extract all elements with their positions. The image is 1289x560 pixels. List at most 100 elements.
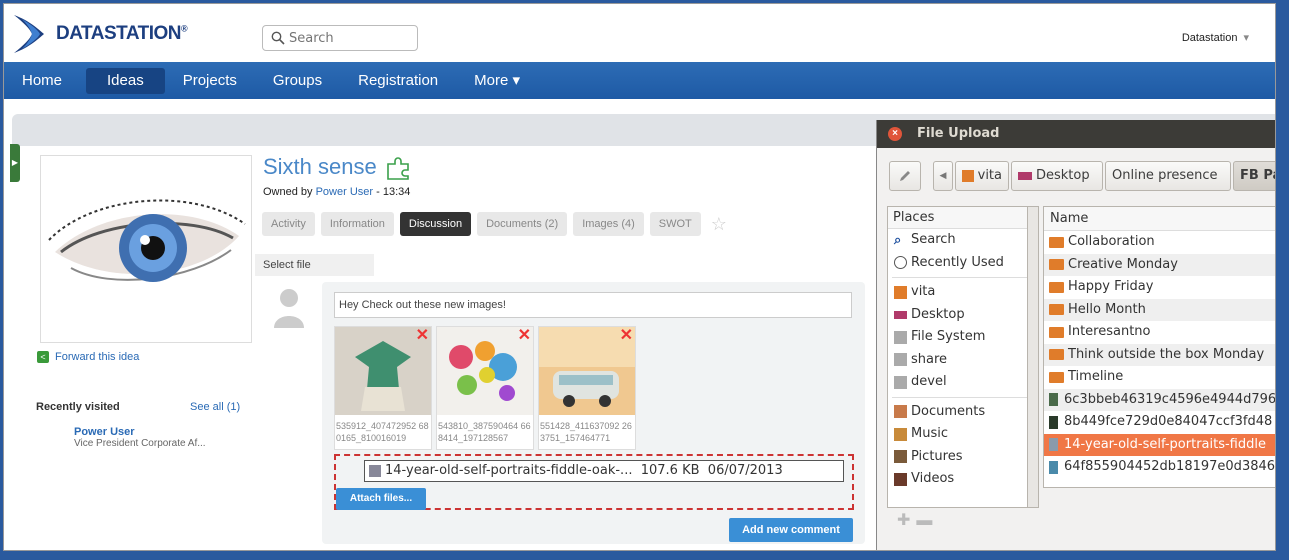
image-file-icon [369,465,381,477]
star-icon[interactable]: ☆ [711,214,727,235]
user-avatar-icon [274,289,304,328]
chevron-left-icon: ◀ [939,171,947,181]
place-file-system[interactable]: File System [888,326,1038,349]
place-desktop[interactable]: Desktop [888,304,1038,327]
place-documents[interactable]: Documents [888,401,1038,424]
file-row[interactable]: Interesantno [1044,321,1275,344]
nav-home[interactable]: Home [12,68,72,94]
idea-content: < Forward this idea Recently visited See… [22,146,877,550]
folder-icon [1049,281,1064,293]
file-upload-dialog: File Upload × ◀ vita Desktop Online pres… [876,120,1275,550]
image-thumbnail[interactable]: ✕ 551428_411637092 263751_157464771 [538,326,636,450]
place-videos[interactable]: Videos [888,468,1038,491]
puzzle-icon [386,157,409,180]
path-button-fb[interactable]: FB Pa [1233,161,1275,191]
add-remove-bookmark: ✚▬ [897,510,938,530]
nav-registration[interactable]: Registration [348,68,448,94]
remove-bookmark-icon[interactable]: ▬ [916,512,938,529]
search-input[interactable] [289,30,409,46]
tab-documents[interactable]: Documents (2) [477,212,568,236]
file-row[interactable]: Creative Monday [1044,253,1275,276]
place-pictures[interactable]: Pictures [888,446,1038,469]
place-search[interactable]: ⌕ Search [888,229,1038,252]
recent-user-link[interactable]: Power User [74,426,135,438]
path-button-desktop[interactable]: Desktop [1011,161,1103,191]
add-bookmark-icon[interactable]: ✚ [897,512,916,529]
drive-icon [894,330,907,344]
image-thumbnail[interactable]: ✕ 543810_387590464 668414_197128567 [436,326,534,450]
documents-folder-icon [894,405,907,419]
tab-information[interactable]: Information [320,212,394,236]
tab-discussion[interactable]: Discussion [399,212,472,236]
nav-projects[interactable]: Projects [173,68,247,94]
thumbnail-caption: 535912_407472952 680165_810016019 [336,421,429,443]
tab-activity[interactable]: Activity [262,212,315,236]
places-divider [892,277,1034,278]
forward-label: Forward this idea [55,351,140,363]
home-folder-icon [962,170,974,182]
place-recently-used[interactable]: Recently Used [888,252,1038,275]
tab-swot[interactable]: SWOT [649,212,701,236]
chevron-down-icon: ▾ [1243,32,1249,44]
file-row[interactable]: 6c3bbeb46319c4596e4944d796 [1044,388,1275,411]
remove-image-icon[interactable]: ✕ [518,328,531,344]
search-box[interactable] [262,25,418,51]
owner-link[interactable]: Power User [316,186,373,198]
file-row[interactable]: 64f855904452db18197e0d3846 [1044,456,1275,479]
add-comment-button[interactable]: Add new comment [729,518,853,542]
dragged-file[interactable]: 14-year-old-self-portraits-fiddle-oak-..… [364,460,844,482]
music-folder-icon [894,427,907,441]
drive-icon [894,375,907,389]
place-devel[interactable]: devel [888,371,1038,394]
image-file-icon [1049,393,1058,407]
name-column-header[interactable]: Name [1044,207,1275,231]
path-back-button[interactable]: ◀ [933,161,953,191]
file-row[interactable]: Collaboration [1044,231,1275,254]
browser-page: DATASTATION® Datastation ▾ Home Ideas Pro… [3,3,1276,551]
file-row-selected[interactable]: 14-year-old-self-portraits-fiddle [1044,433,1275,456]
page-title: Sixth sense [263,154,415,180]
logo-text: DATASTATION® [56,23,188,44]
nav-more[interactable]: More ▾ [464,68,530,94]
path-button-vita[interactable]: vita [955,161,1009,191]
file-list: Name Collaboration Creative Monday Happy… [1043,206,1275,488]
place-vita[interactable]: vita [888,281,1038,304]
desktop-icon [894,310,907,319]
see-all-link[interactable]: See all (1) [190,401,240,413]
attach-files-button[interactable]: Attach files... [336,488,426,510]
logo[interactable]: DATASTATION® [10,12,188,56]
image-file-icon [1049,460,1058,474]
file-row[interactable]: Timeline [1044,366,1275,389]
places-header: Places [888,207,1038,229]
nav-groups[interactable]: Groups [263,68,332,94]
image-thumbnail[interactable]: ✕ 535912_407472952 680165_810016019 [334,326,432,450]
place-music[interactable]: Music [888,423,1038,446]
pictures-folder-icon [894,450,907,464]
sidebar-toggle-arrow-icon[interactable]: ▶ [10,144,20,182]
comment-input[interactable]: Hey Check out these new images! [334,292,852,318]
path-button-online-presence[interactable]: Online presence [1105,161,1231,191]
place-share[interactable]: share [888,349,1038,372]
remove-image-icon[interactable]: ✕ [416,328,429,344]
close-icon[interactable]: × [888,127,902,141]
folder-icon [1049,371,1064,383]
nav-ideas[interactable]: Ideas [86,67,165,94]
tab-images[interactable]: Images (4) [573,212,644,236]
file-drop-zone[interactable]: 14-year-old-self-portraits-fiddle-oak-..… [334,454,854,510]
user-menu[interactable]: Datastation ▾ [1182,31,1249,44]
thumbnail-caption: 551428_411637092 263751_157464771 [540,421,632,443]
file-row[interactable]: Think outside the box Monday [1044,343,1275,366]
places-scrollbar[interactable] [1027,206,1039,508]
videos-folder-icon [894,472,907,486]
desktop-icon [1018,172,1032,180]
file-row[interactable]: 8b449fce729d0e84047ccf3fd48 [1044,411,1275,434]
share-icon: < [37,351,49,363]
edit-location-button[interactable] [889,161,921,191]
file-row[interactable]: Hello Month [1044,298,1275,321]
file-row[interactable]: Happy Friday [1044,276,1275,299]
folder-icon [1049,236,1064,248]
recently-visited-title: Recently visited [36,401,120,413]
thumbnail-caption: 543810_387590464 668414_197128567 [438,421,531,443]
forward-idea-link[interactable]: < Forward this idea [37,351,139,363]
remove-image-icon[interactable]: ✕ [620,328,633,344]
